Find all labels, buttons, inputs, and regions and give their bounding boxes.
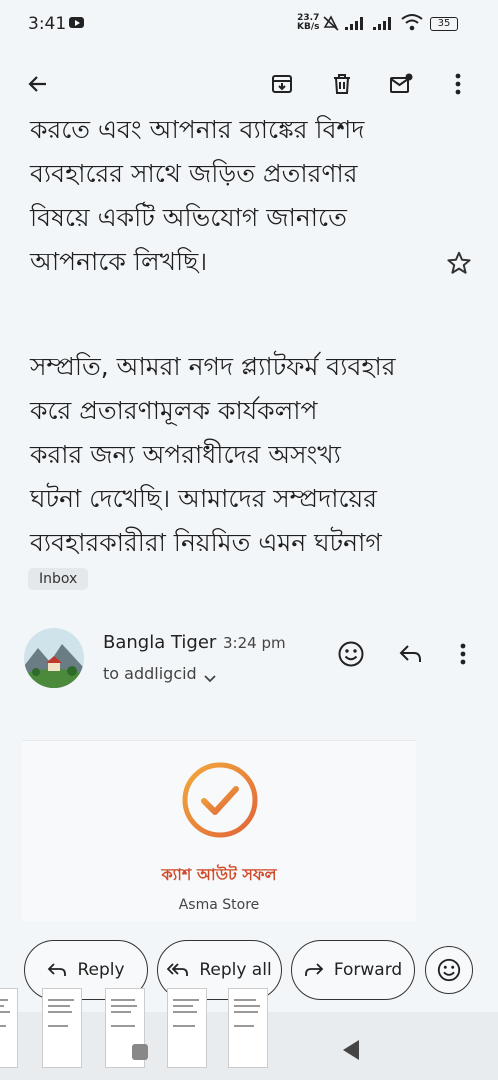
inbox-label-chip[interactable]: Inbox: [28, 568, 89, 590]
forward-icon: [304, 963, 324, 976]
store-name: Asma Store: [178, 897, 260, 913]
forward-button[interactable]: Forward: [291, 940, 415, 1000]
status-bar: 3:41 23.7 KB/s 35: [0, 0, 498, 52]
archive-icon[interactable]: [262, 64, 302, 104]
check-circle-icon: [180, 760, 260, 840]
message-line: করে প্রতারণামূলক কার্যকলাপ: [30, 396, 318, 425]
reply-all-label: Reply all: [199, 960, 272, 980]
recent-app-thumbnail[interactable]: [228, 988, 268, 1068]
cash-out-success-title: ক্যাশ আউট সফল: [161, 865, 277, 884]
message-line: ঘটনা দেখেছি। আমাদের সম্প্রদায়ের: [30, 484, 378, 513]
back-arrow-icon[interactable]: [18, 64, 58, 104]
more-vert-icon[interactable]: [447, 638, 479, 670]
reply-icon: [48, 963, 67, 976]
youtube-notification-icon: [69, 17, 84, 28]
wifi-icon: [401, 13, 423, 35]
email-view: 3:41 23.7 KB/s 35 করতে এবং আপনার ব্যাঙ্ক…: [0, 0, 498, 1080]
battery-icon: 35: [430, 17, 458, 31]
nav-back-icon[interactable]: [343, 1040, 359, 1060]
reply-label: Reply: [77, 960, 125, 980]
message-line: বিষয়ে একটি অভিযোগ জানাতে: [30, 203, 347, 232]
sent-time: 3:24 pm: [223, 634, 286, 652]
emoji-reaction-icon[interactable]: [335, 638, 367, 670]
avatar[interactable]: [24, 628, 84, 688]
message-line: আপনাকে লিখছি।: [30, 247, 208, 276]
reply-icon[interactable]: [395, 638, 427, 670]
status-time: 3:41: [28, 14, 67, 34]
star-icon[interactable]: [446, 250, 474, 278]
message-paragraph-1: করতে এবং আপনার ব্যাঙ্কের বিশদ ব্যবহারের …: [30, 108, 430, 284]
message-line: ব্যবহারের সাথে জড়িত প্রতারণার: [30, 159, 358, 188]
message-line: করার জন্য অপরাধীদের অসংখ্য: [30, 440, 341, 469]
more-vert-icon[interactable]: [438, 64, 478, 104]
recent-app-thumbnail[interactable]: [167, 988, 207, 1068]
network-speed: 23.7 KB/s: [297, 14, 319, 32]
sender-name: Bangla Tiger: [103, 632, 217, 653]
chevron-down-icon[interactable]: [204, 668, 216, 687]
signal-icon-2: [373, 16, 393, 30]
reply-all-icon: [167, 963, 189, 976]
emoji-reaction-button[interactable]: [425, 946, 473, 994]
message-line: সম্প্রতি, আমরা নগদ প্ল্যাটফর্ম ব্যবহার: [30, 352, 396, 381]
message-line: ব্যবহারকারীরা নিয়মিত এমন ঘটনাগ: [30, 528, 382, 557]
message-line: করতে এবং আপনার ব্যাঙ্কের বিশদ: [30, 115, 365, 144]
home-button[interactable]: [132, 1044, 148, 1060]
recipient-line[interactable]: to addligcid: [103, 664, 197, 683]
speed-unit: KB/s: [297, 22, 320, 32]
delete-icon[interactable]: [322, 64, 362, 104]
recent-app-thumbnail[interactable]: [0, 988, 18, 1068]
signal-icon-1: [345, 16, 365, 30]
forward-label: Forward: [333, 960, 403, 980]
mark-unread-icon[interactable]: [381, 64, 421, 104]
emoji-icon: [437, 958, 461, 982]
message-paragraph-2: সম্প্রতি, আমরা নগদ প্ল্যাটফর্ম ব্যবহার ক…: [30, 345, 450, 565]
mute-icon: [322, 15, 340, 35]
recent-app-thumbnail[interactable]: [42, 988, 82, 1068]
